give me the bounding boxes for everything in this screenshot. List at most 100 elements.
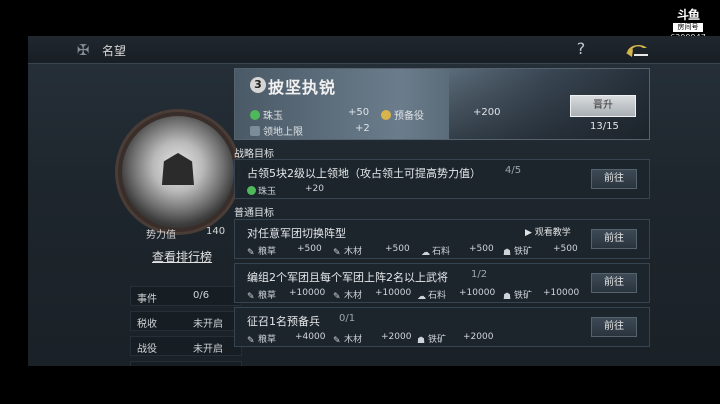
iron-icon: ☗ [503,248,512,258]
title-bar: ✠ 名望 ? [28,36,720,64]
task-reward: ✎ 粮草 [247,332,277,346]
goto-button[interactable]: 前往 [591,229,637,249]
reward-value: +500 [469,244,494,254]
stat-row-clipped [130,361,242,366]
reward-name: 珠玉 [263,111,283,122]
reward-value: +50 [348,107,370,118]
task-count: 1/2 [471,269,488,280]
task-count: 0/1 [339,313,356,324]
task-reward: ✎ 粮草 [247,244,277,258]
section-title: 战略目标 [234,149,274,160]
wood-icon: ✎ [333,248,341,258]
page-title: 名望 [102,44,127,58]
task-reward: ✎ 木材 [333,244,363,258]
stone-icon: ☁ [421,248,430,258]
task-card: 征召1名预备兵 0/1 ✎ 粮草 +4000 ✎ 木材 +2000 ☗ 铁矿 +200… [234,307,650,347]
jade-icon [250,110,260,120]
task-card: 占领5块2级以上领地（攻占领土可提高势力值） 4/5 珠玉 +20 前往 [234,159,650,199]
reward-value: +500 [385,244,410,254]
ornament-icon: ✠ [76,41,90,59]
reward-name: 木材 [344,247,363,257]
beast-mask-icon: ☗ [158,145,198,196]
reward-name: 石料 [432,247,451,257]
play-icon: ▶ [525,228,532,238]
stat-value: 0/6 [193,290,210,301]
stage-title: 披坚执锐 [268,78,337,97]
reward-name: 粮草 [258,247,277,257]
iron-icon: ☗ [417,336,426,346]
task-reward: ☗ 铁矿 [503,288,533,302]
task-count: 4/5 [505,165,522,176]
reward-name: 粮草 [258,291,277,301]
screen: 斗鱼 房间号 6299947 ✠ 名望 ? ☗ 势力值 140 [0,0,720,404]
iron-icon: ☗ [503,292,512,302]
task-reward: ✎ 木材 [333,288,363,302]
watermark-logo: 斗鱼 [676,8,700,22]
jade-icon [247,186,256,195]
reward-territory: 领地上限 [250,123,303,138]
goto-button[interactable]: 前往 [591,273,637,293]
reward-name: 木材 [344,291,363,301]
stat-key: 事件 [137,294,157,305]
reward-value: +20 [305,184,324,194]
help-icon[interactable]: ? [573,39,589,59]
stat-value: 未开启 [193,319,223,330]
reward-value: +200 [473,107,501,118]
task-title: 编组2个军团且每个军团上阵2名以上武将 [247,271,448,284]
reward-value: +10000 [375,288,412,298]
objectives-column: 3 披坚执锐 珠玉 +50 预备役 +200 领地上限 +2 晋升 13/15 … [234,68,650,366]
reward-value: +500 [553,244,578,254]
section-title: 普通目标 [234,208,274,219]
tutorial-label: 观看教学 [534,228,571,238]
stage-badge: 3 [250,77,266,93]
task-title: 征召1名预备兵 [247,315,320,328]
reward-value: +2000 [463,332,494,342]
reward-value: +2 [355,123,370,134]
task-reward: ☗ 铁矿 [503,244,533,258]
territory-icon [250,126,260,136]
reward-name: 粮草 [258,335,277,345]
reward-name: 领地上限 [263,127,303,138]
stage-banner: 3 披坚执锐 珠玉 +50 预备役 +200 领地上限 +2 晋升 13/15 [234,68,650,140]
reward-name: 预备役 [394,111,424,122]
tutorial-link[interactable]: ▶ 观看教学 [525,225,571,238]
upgrade-progress: 13/15 [590,121,619,132]
goto-button[interactable]: 前往 [591,169,637,189]
reward-name: 珠玉 [258,187,277,197]
task-title: 占领5块2级以上领地（攻占领土可提高势力值） [247,167,481,180]
task-reward: ☁ 石料 [417,288,447,302]
stone-icon: ☁ [417,292,426,302]
prestige-emblem: ☗ [122,116,234,228]
upgrade-button[interactable]: 晋升 [570,95,636,117]
stat-row[interactable]: 税收 未开启 [130,311,242,331]
reward-value: +500 [297,244,322,254]
task-reward: ☁ 石料 [421,244,451,258]
watermark-sub: 房间号 [673,23,703,32]
reward-name: 木材 [344,335,363,345]
back-icon[interactable] [624,40,650,60]
reward-value: +10000 [289,288,326,298]
ranking-link[interactable]: 查看排行榜 [152,248,212,265]
reward-name: 铁矿 [514,247,533,257]
grain-icon: ✎ [247,248,255,258]
reward-value: +10000 [459,288,496,298]
task-reward: ☗ 铁矿 [417,332,446,346]
task-reward: 珠玉 [247,184,276,197]
power-value: 140 [206,226,226,237]
goto-button[interactable]: 前往 [591,317,637,337]
stat-row[interactable]: 事件 0/6 [130,286,242,306]
reward-name: 铁矿 [514,291,533,301]
profile-column: ☗ 势力值 140 查看排行榜 事件 0/6 税收 未开启 战役 未开启 [90,64,250,366]
task-card: 对任意军团切换阵型 ▶ 观看教学 ✎ 粮草 +500 ✎ 木材 +500 ☁ 石料 +… [234,219,650,259]
stat-row[interactable]: 战役 未开启 [130,336,242,356]
power-label: 势力值 [146,230,176,241]
reward-jade: 珠玉 [250,107,283,122]
task-title: 对任意军团切换阵型 [247,227,346,240]
prestige-panel: ✠ 名望 ? ☗ 势力值 140 查看排行榜 事件 0/6 税收 未开启 战役 … [28,36,720,366]
task-reward: ✎ 粮草 [247,288,277,302]
stat-key: 税收 [137,319,157,330]
reward-name: 石料 [428,291,447,301]
stat-key: 战役 [137,344,157,355]
reward-value: +4000 [295,332,326,342]
stat-value: 未开启 [193,344,223,355]
